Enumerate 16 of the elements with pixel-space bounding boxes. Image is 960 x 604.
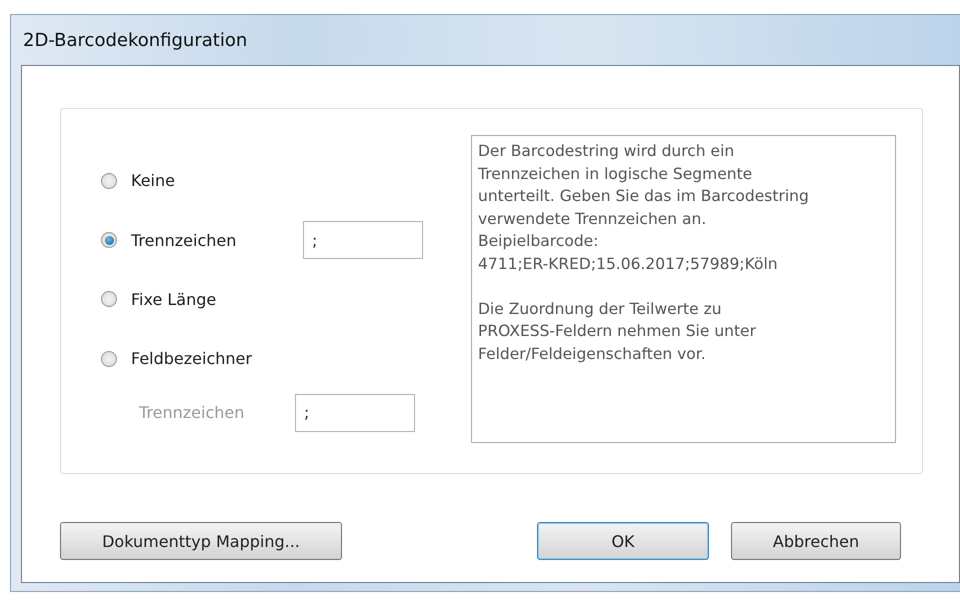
- radio-button[interactable]: [101, 350, 117, 367]
- radio-button[interactable]: [101, 172, 117, 189]
- input-field[interactable]: ;: [303, 221, 423, 260]
- description-text: Der Barcodestring wird durch ein Trennzeichen in logische Segmente unterteilt. Geben Sie das im Barcodestring verwendete Trennzeichen an. Beipielbarcode: 4711;ER-KRED;15.06.2017;57989;Köln: [478, 141, 810, 275]
- dialog-button[interactable]: Dokumenttyp Mapping...: [60, 522, 342, 560]
- description-text: Die Zuordnung der Teilwerte zu PROXESS-Feldern nehmen Sie unter Felder/Feldeigenschaften vor.: [478, 298, 757, 365]
- radio-label[interactable]: Keine: [131, 171, 303, 190]
- radio-button[interactable]: [101, 232, 117, 248]
- radio-button[interactable]: [101, 291, 117, 308]
- dialog-button[interactable]: Abbrechen: [731, 522, 901, 560]
- window-title: 2D-Barcodekonfiguration: [22, 28, 248, 52]
- radio-label[interactable]: Trennzeichen: [131, 230, 303, 250]
- radio-label[interactable]: Feldbezeichner: [131, 349, 303, 368]
- radio-label[interactable]: Fixe Länge: [131, 290, 303, 309]
- field-label: Trennzeichen: [139, 403, 246, 422]
- dialog-button[interactable]: OK: [537, 522, 709, 560]
